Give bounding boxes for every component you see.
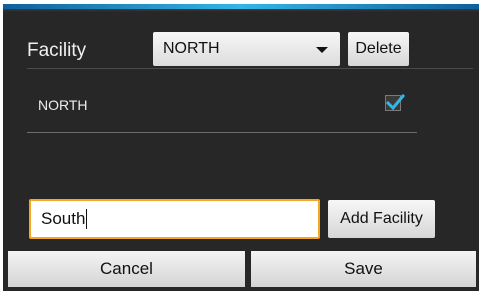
spinner-selected-value: NORTH bbox=[163, 40, 220, 57]
text-caret bbox=[86, 209, 88, 229]
check-icon bbox=[385, 93, 405, 111]
facility-spinner[interactable]: NORTH bbox=[153, 32, 340, 66]
delete-button[interactable]: Delete bbox=[348, 32, 409, 66]
save-button[interactable]: Save bbox=[251, 251, 476, 287]
dialog-panel: Facility NORTH Delete NORTH South Add Fa… bbox=[3, 4, 479, 291]
header-divider bbox=[27, 68, 473, 69]
facility-label: Facility bbox=[27, 40, 87, 61]
chevron-down-icon bbox=[316, 47, 328, 53]
list-item-label: NORTH bbox=[38, 97, 88, 113]
facility-dialog: Facility NORTH Delete NORTH South Add Fa… bbox=[0, 0, 482, 291]
cancel-button[interactable]: Cancel bbox=[8, 251, 245, 287]
list-divider bbox=[27, 132, 417, 133]
facility-name-input[interactable]: South bbox=[29, 199, 320, 239]
top-accent-shade bbox=[3, 9, 479, 12]
list-item-checkbox[interactable] bbox=[385, 93, 405, 111]
add-facility-button[interactable]: Add Facility bbox=[328, 200, 435, 238]
list-item[interactable]: NORTH bbox=[27, 90, 417, 120]
facility-name-input-value: South bbox=[41, 209, 86, 228]
